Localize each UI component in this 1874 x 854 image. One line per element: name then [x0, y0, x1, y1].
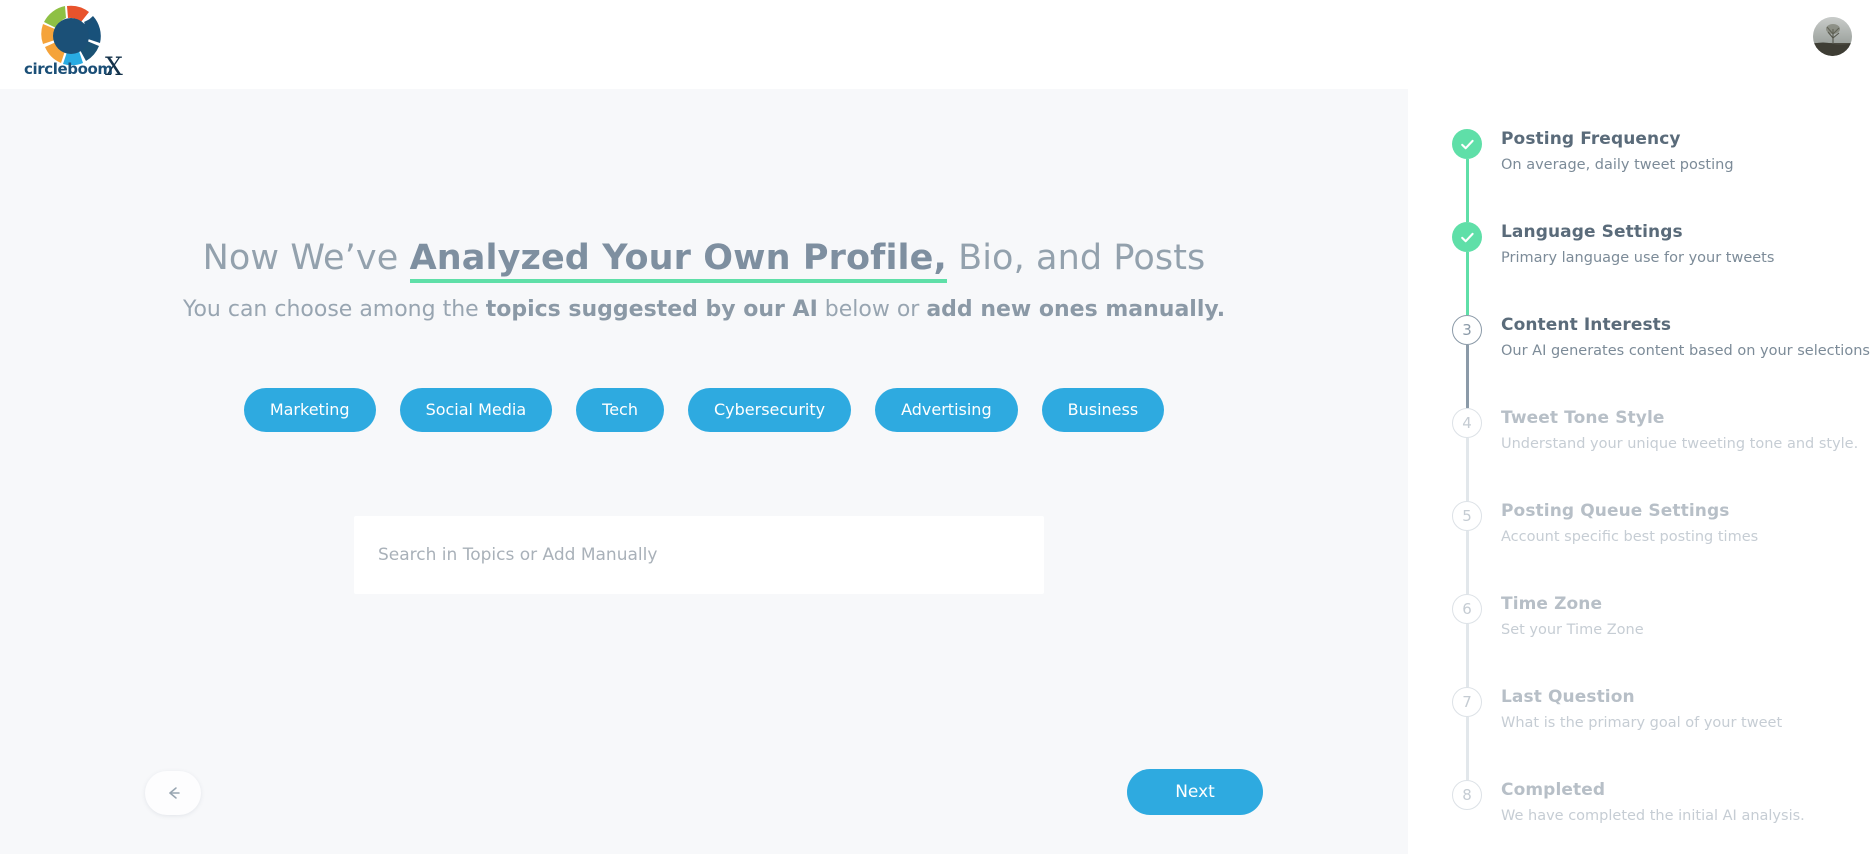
- avatar[interactable]: [1813, 17, 1852, 56]
- step-item-4[interactable]: 4 Tweet Tone Style Understand your unique …: [1408, 406, 1874, 501]
- step-connector: [1466, 624, 1469, 687]
- step-number-badge: 6: [1452, 594, 1482, 624]
- step-connector: [1466, 252, 1469, 315]
- step-title: Content Interests: [1501, 315, 1672, 335]
- back-arrow-icon: [163, 785, 183, 801]
- step-item-1[interactable]: Posting Frequency On average, daily tweet…: [1408, 127, 1874, 222]
- step-text: Time Zone Set your Time Zone: [1501, 592, 1644, 641]
- step-connector: [1466, 345, 1469, 408]
- step-number: 4: [1462, 414, 1472, 432]
- step-number-badge: 3: [1452, 315, 1482, 345]
- app-header: circleboom X: [0, 0, 1874, 89]
- step-text: Tweet Tone Style Understand your unique t…: [1501, 406, 1858, 455]
- step-description: Set your Time Zone: [1501, 622, 1644, 638]
- step-number-badge: 4: [1452, 408, 1482, 438]
- step-connector: [1466, 438, 1469, 501]
- search-topics-container[interactable]: [354, 516, 1044, 594]
- step-title: Tweet Tone Style: [1501, 408, 1665, 428]
- step-description: On average, daily tweet posting: [1501, 157, 1734, 173]
- step-item-2[interactable]: Language Settings Primary language use fo…: [1408, 220, 1874, 315]
- next-button[interactable]: Next: [1127, 769, 1263, 815]
- page-subtitle-part1: You can choose among the: [182, 297, 486, 322]
- onboarding-steps-sidebar: Posting Frequency On average, daily tweet…: [1408, 89, 1874, 854]
- step-item-7[interactable]: 7 Last Question What is the primary goal o…: [1408, 685, 1874, 780]
- search-input[interactable]: [354, 516, 1044, 594]
- step-number: 7: [1462, 693, 1472, 711]
- topic-pill[interactable]: Advertising: [875, 388, 1018, 432]
- step-item-5[interactable]: 5 Posting Queue Settings Account specific …: [1408, 499, 1874, 594]
- step-connector: [1466, 531, 1469, 594]
- app-root: circleboom X Now We’ve Analyzed Your Own…: [0, 0, 1874, 854]
- topic-pill-list: Marketing Social Media Tech Cybersecurity Ad…: [0, 388, 1408, 432]
- page-title-prefix: Now We’ve: [202, 238, 410, 278]
- step-number: 3: [1462, 321, 1472, 339]
- step-text: Last Question What is the primary goal of…: [1501, 685, 1782, 734]
- page-subtitle-bold2: add new ones manually.: [926, 297, 1226, 322]
- step-number: 6: [1462, 600, 1472, 618]
- step-item-6[interactable]: 6 Time Zone Set your Time Zone: [1408, 592, 1874, 687]
- step-description: We have completed the initial AI analysi…: [1501, 808, 1805, 824]
- page-title-highlight: Analyzed Your Own Profile,: [409, 238, 947, 283]
- step-number-badge: 7: [1452, 687, 1482, 717]
- topic-pill[interactable]: Business: [1041, 388, 1165, 432]
- step-number-badge: 5: [1452, 501, 1482, 531]
- step-connector: [1466, 159, 1469, 222]
- step-title: Posting Frequency: [1501, 129, 1681, 149]
- step-description: Understand your unique tweeting tone and…: [1501, 436, 1859, 452]
- step-list: Posting Frequency On average, daily tweet…: [1408, 127, 1874, 854]
- step-number: 8: [1462, 786, 1472, 804]
- topic-pill[interactable]: Marketing: [243, 388, 376, 432]
- page-subtitle-bold1: topics suggested by our AI: [485, 297, 818, 322]
- main-panel: Now We’ve Analyzed Your Own Profile, Bio…: [0, 89, 1408, 854]
- topic-pill[interactable]: Cybersecurity: [687, 388, 852, 432]
- step-description: Our AI generates content based on your s…: [1501, 343, 1870, 359]
- step-number: 5: [1462, 507, 1472, 525]
- page-title-suffix: Bio, and Posts: [946, 238, 1206, 278]
- back-button[interactable]: [145, 771, 201, 815]
- step-title: Last Question: [1501, 687, 1635, 707]
- step-description: Primary language use for your tweets: [1501, 250, 1775, 266]
- topic-pill[interactable]: Social Media: [399, 388, 553, 432]
- step-number-badge: 8: [1452, 780, 1482, 810]
- circleboom-logo[interactable]: circleboom X: [18, 2, 128, 86]
- page-subtitle-part2: below or: [817, 297, 927, 322]
- step-text: Content Interests Our AI generates conten…: [1501, 313, 1870, 362]
- step-title: Language Settings: [1501, 222, 1683, 242]
- step-description: Account specific best posting times: [1501, 529, 1759, 545]
- svg-text:circleboom: circleboom: [24, 60, 113, 78]
- step-title: Completed: [1501, 780, 1606, 800]
- step-check-icon: [1452, 129, 1482, 159]
- step-title: Posting Queue Settings: [1501, 501, 1730, 521]
- step-text: Posting Frequency On average, daily tweet…: [1501, 127, 1734, 176]
- step-item-3[interactable]: 3 Content Interests Our AI generates conte…: [1408, 313, 1874, 408]
- page-subtitle: You can choose among the topics suggeste…: [0, 295, 1408, 325]
- topic-pill[interactable]: Tech: [576, 388, 664, 432]
- step-item-8[interactable]: 8 Completed We have completed the initial …: [1408, 778, 1874, 854]
- svg-text:X: X: [105, 52, 123, 81]
- step-text: Posting Queue Settings Account specific b…: [1501, 499, 1758, 548]
- step-check-icon: [1452, 222, 1482, 252]
- step-description: What is the primary goal of your tweet: [1501, 715, 1783, 731]
- page-title: Now We’ve Analyzed Your Own Profile, Bio…: [0, 237, 1408, 283]
- step-text: Language Settings Primary language use fo…: [1501, 220, 1774, 269]
- step-text: Completed We have completed the initial A…: [1501, 778, 1805, 827]
- step-title: Time Zone: [1501, 594, 1603, 614]
- step-connector: [1466, 717, 1469, 780]
